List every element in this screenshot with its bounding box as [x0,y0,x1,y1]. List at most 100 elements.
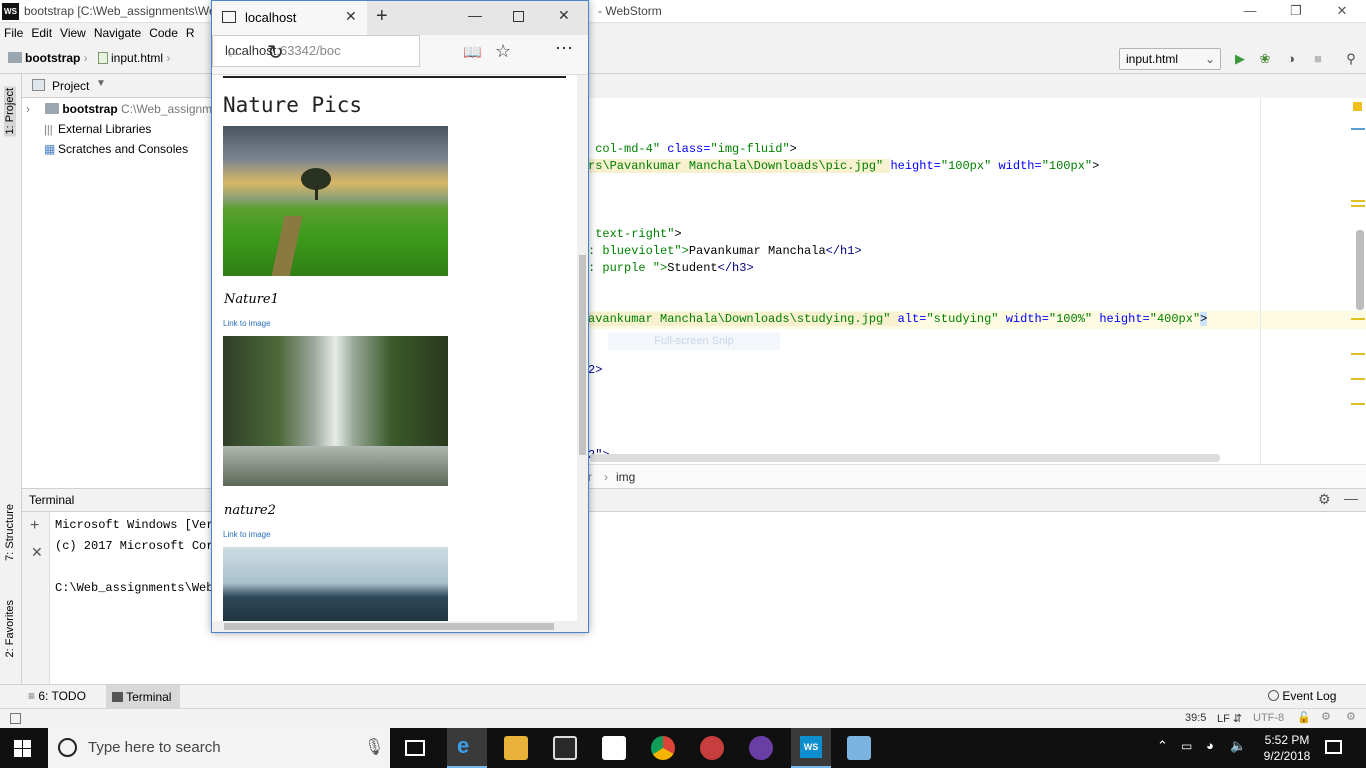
tree-item-external-libraries[interactable]: ||| External Libraries [44,122,151,136]
folder-icon [45,103,60,114]
project-view-icon [32,79,45,91]
taskbar-webstorm[interactable]: WS [791,728,831,768]
memory-icon[interactable]: ⚙ [1346,710,1356,723]
clock-time[interactable]: 5:52 PM [1262,733,1312,747]
nature-image-1 [223,126,448,276]
menu-view[interactable]: View [56,23,90,40]
terminal-line: Microsoft Windows [Vers [55,518,221,532]
file-encoding[interactable]: UTF-8 [1253,712,1284,724]
back-icon[interactable]: ← [224,41,244,64]
code-line: : blueviolet">Pavankumar Manchala</h1> [588,244,862,258]
tool-structure[interactable]: 7: Structure [4,504,16,561]
notifications-icon[interactable] [1325,740,1342,754]
todo-tab[interactable]: ≡ 6: TODO [28,689,86,703]
caret-position[interactable]: 39:5 [1185,712,1206,724]
minimize-icon[interactable]: — [1227,0,1273,23]
microphone-icon[interactable]: 🎙 [364,737,384,757]
editor-breadcrumb: r › img [588,464,1366,488]
store-icon[interactable] [553,736,577,760]
favorite-star-icon[interactable]: ☆ [495,41,511,62]
more-icon[interactable]: ⋯ [555,38,574,59]
chevron-down-icon[interactable]: ▼ [96,78,106,89]
chrome-icon[interactable] [651,736,675,760]
event-log-button[interactable]: Event Log [1268,689,1336,703]
editor-horizontal-scrollbar[interactable] [590,454,1220,462]
page-heading: Nature Pics [223,93,363,117]
new-tab-icon[interactable]: + [376,5,388,28]
code-line: : purple ">Student</h3> [588,261,754,275]
inspector-icon[interactable]: ⚙ [1321,710,1331,723]
line-separator[interactable]: LF ⇵ [1217,712,1242,725]
menu-refactor[interactable]: R [182,23,199,40]
error-stripe-mark [1351,128,1365,130]
lock-icon[interactable]: 🔓 [1297,711,1311,724]
close-session-icon[interactable]: ✕ [31,544,43,561]
tree-item-scratches[interactable]: ▦ Scratches and Consoles [44,142,188,156]
clock-date[interactable]: 9/2/2018 [1262,749,1312,763]
run-icon[interactable]: ▶ [1231,50,1249,68]
run-config-select[interactable]: input.html ⌄ [1119,48,1221,70]
error-stripe-mark [1351,378,1365,380]
browser-horizontal-scrollbar[interactable] [212,621,588,632]
image-link[interactable]: Link to image [223,319,271,328]
app-icon[interactable] [749,736,773,760]
project-header-label[interactable]: Project [52,79,89,93]
breadcrumb-file[interactable]: input.html › [98,51,170,65]
menu-code[interactable]: Code [145,23,182,40]
battery-icon[interactable]: ▭ [1181,739,1192,753]
menu-edit[interactable]: Edit [27,23,56,40]
toggle-tool-windows-icon[interactable] [10,713,21,724]
restore-icon[interactable]: ❐ [1273,0,1319,23]
search-icon[interactable]: ⚲ [1342,50,1360,68]
snip-tooltip: Full-screen Snip [608,332,780,350]
coverage-icon[interactable]: ◑ [1282,50,1300,68]
browser-vertical-scrollbar[interactable] [577,75,588,621]
windows-start-icon[interactable] [14,740,32,757]
navigation-bar: bootstrap › input.html › input.html ⌄ ▶ ❀… [0,44,1366,74]
task-view-icon[interactable] [405,740,425,756]
tool-favorites[interactable]: 2: Favorites [4,600,16,657]
code-line: col-md-4" class="img-fluid"> [595,142,797,156]
mail-icon[interactable] [602,736,626,760]
maximize-icon[interactable] [513,11,524,22]
chevron-down-icon: ⌄ [1204,52,1215,66]
browser-tab[interactable]: localhost ✕ [212,1,367,35]
image-caption: Nature1 [224,292,279,307]
code-editor[interactable]: col-md-4" class="img-fluid"> rs\Pavankum… [588,98,1366,464]
minimize-icon[interactable]: — [468,7,482,23]
tree-item-bootstrap[interactable]: › bootstrap C:\Web_assignm [26,102,212,116]
notepad-icon[interactable] [847,736,871,760]
tool-project[interactable]: 1: Project [4,86,16,137]
browser-page[interactable]: Nature Pics Nature1 Link to image nature… [212,75,577,621]
nature-image-3 [223,547,448,621]
taskbar-search[interactable]: Type here to search 🎙 [48,728,390,768]
breadcrumb-project[interactable]: bootstrap › [8,51,88,65]
reading-view-icon[interactable]: 📖 [463,43,482,61]
stop-icon[interactable]: ■ [1309,50,1327,68]
debug-icon[interactable]: ❀ [1256,50,1274,68]
inspection-status-icon[interactable] [1353,102,1362,111]
menu-navigate[interactable]: Navigate [90,23,145,40]
volume-icon[interactable]: 🔈 [1230,738,1246,754]
menu-bar: File Edit View Navigate Code R [0,23,1366,44]
snipping-tool-icon[interactable] [700,736,724,760]
close-icon[interactable]: ✕ [1319,0,1365,23]
library-icon: ||| [44,124,53,136]
refresh-icon[interactable]: ↻ [267,40,284,65]
gear-icon[interactable]: ⚙ [1318,491,1331,508]
webstorm-icon: WS [800,736,822,758]
file-explorer-icon[interactable] [504,736,528,760]
wifi-icon[interactable]: ◕ [1206,738,1214,753]
new-session-icon[interactable]: + [30,517,39,535]
hide-panel-icon[interactable]: — [1344,490,1358,506]
terminal-tab[interactable]: Terminal [106,685,180,709]
editor-vertical-scrollbar[interactable] [1356,230,1364,310]
image-link[interactable]: Link to image [223,530,271,539]
close-tab-icon[interactable]: ✕ [345,8,357,25]
left-tool-strip: 1: Project 7: Structure 2: Favorites [0,74,22,684]
show-hidden-icons-icon[interactable]: ⌃ [1157,738,1168,754]
taskbar-edge[interactable]: e [447,728,487,768]
close-icon[interactable]: ✕ [558,7,570,24]
edge-icon: e [457,733,470,758]
menu-file[interactable]: File [0,23,27,40]
